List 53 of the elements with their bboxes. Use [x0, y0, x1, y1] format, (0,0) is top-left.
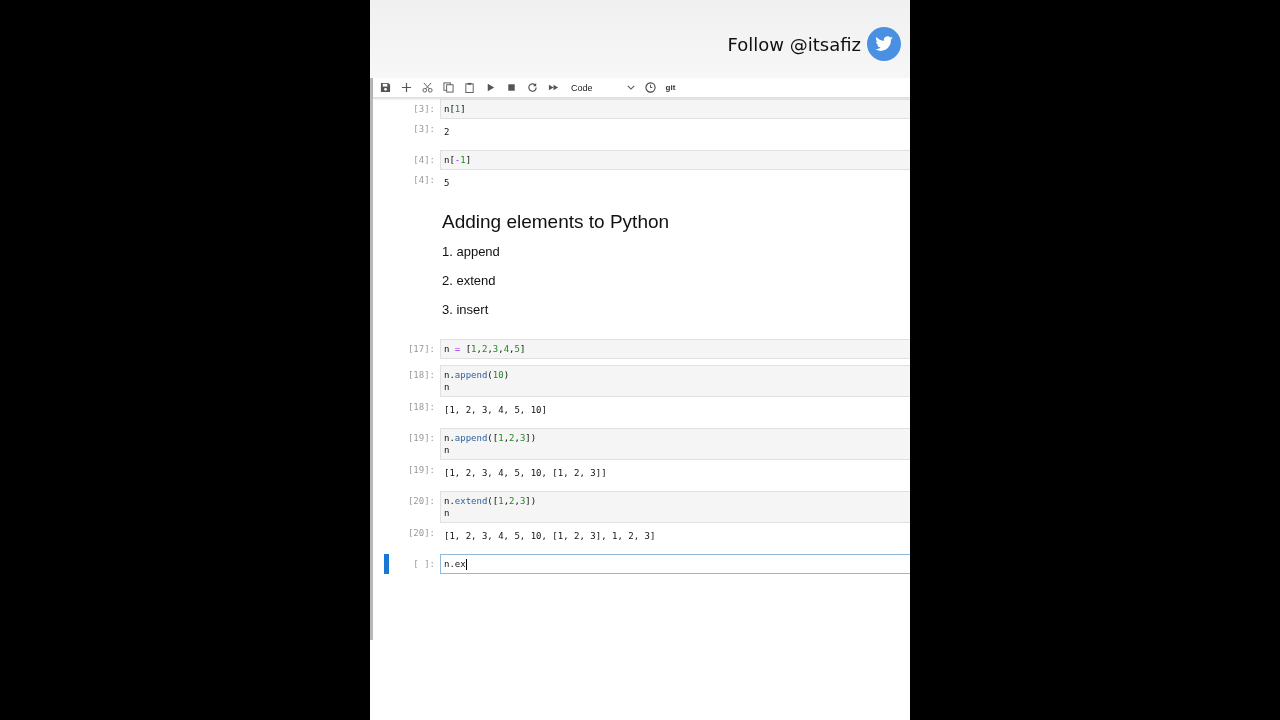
cell-type-dropdown[interactable]: Code: [571, 82, 635, 93]
code-editor[interactable]: n.ex: [440, 554, 910, 574]
output-prompt: [4]:: [412, 174, 436, 186]
code-line: n: [444, 381, 451, 393]
clock-icon[interactable]: [644, 82, 656, 93]
output-text: 5: [444, 177, 451, 189]
git-button[interactable]: git: [665, 83, 676, 92]
output-prompt: [20]:: [406, 527, 436, 539]
code-line: n[-1]: [444, 154, 473, 166]
restart-icon[interactable]: [527, 82, 538, 93]
input-prompt: [17]:: [406, 343, 436, 355]
input-prompt: [ ]:: [412, 558, 436, 570]
list-item: 1. append: [442, 244, 501, 259]
input-prompt: [20]:: [406, 495, 436, 507]
code-editor[interactable]: n[-1]: [440, 150, 910, 170]
input-prompt: [3]:: [412, 103, 436, 115]
save-icon[interactable]: [380, 82, 391, 93]
code-line: n[1]: [444, 103, 467, 115]
code-line: n: [444, 444, 451, 456]
follow-text: Follow @itsafiz: [727, 33, 861, 55]
output-text: [1, 2, 3, 4, 5, 10, [1, 2, 3], 1, 2, 3]: [444, 530, 657, 542]
cut-icon[interactable]: [422, 82, 433, 93]
code-editor[interactable]: n.append([1,2,3]) n: [440, 428, 910, 460]
output-text: [1, 2, 3, 4, 5, 10]: [444, 404, 548, 416]
chevron-icon: [626, 85, 635, 90]
stop-icon[interactable]: [506, 82, 517, 93]
code-line: n.extend([1,2,3]): [444, 495, 538, 507]
copy-icon[interactable]: [443, 82, 454, 93]
code-editor[interactable]: n.append(10) n: [440, 365, 910, 397]
markdown-heading: Adding elements to Python: [442, 211, 670, 233]
code-editor[interactable]: n = [1,2,3,4,5]: [440, 339, 910, 359]
code-line: n.append([1,2,3]): [444, 432, 538, 444]
run-icon[interactable]: [485, 82, 496, 93]
code-line: n = [1,2,3,4,5]: [444, 343, 527, 355]
code-editor[interactable]: n.extend([1,2,3]) n: [440, 491, 910, 523]
code-editor[interactable]: n[1]: [440, 99, 910, 119]
code-line: n.ex: [444, 558, 468, 570]
fast-forward-icon[interactable]: [548, 82, 559, 93]
output-prompt: [3]:: [412, 123, 436, 135]
list-item: 2. extend: [442, 273, 497, 288]
output-prompt: [18]:: [406, 401, 436, 413]
paste-icon[interactable]: [464, 82, 475, 93]
bird-icon: [867, 27, 901, 61]
input-prompt: [4]:: [412, 154, 436, 166]
input-prompt: [19]:: [406, 432, 436, 444]
output-text: [1, 2, 3, 4, 5, 10, [1, 2, 3]]: [444, 467, 608, 479]
code-line: n: [444, 507, 451, 519]
code-line: n.append(10): [444, 369, 511, 381]
output-text: 2: [444, 126, 451, 138]
add-icon[interactable]: [401, 82, 412, 93]
input-prompt: [18]:: [406, 369, 436, 381]
list-item: 3. insert: [442, 302, 490, 317]
output-prompt: [19]:: [406, 464, 436, 476]
